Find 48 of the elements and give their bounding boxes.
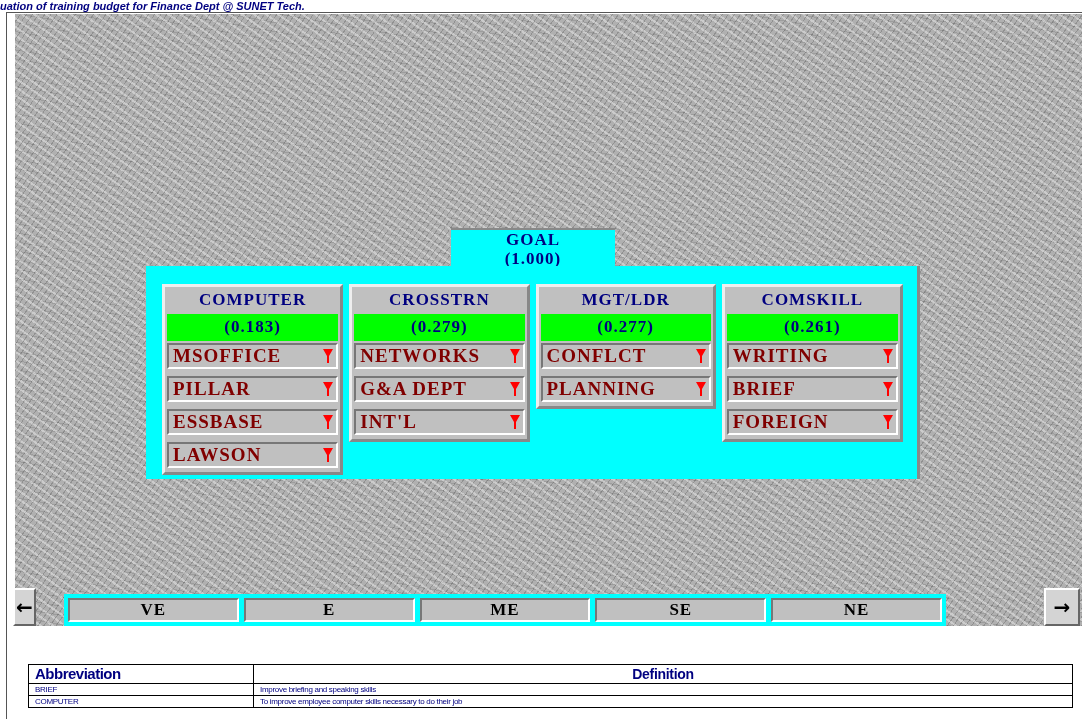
column-header: Definition [253,664,1073,684]
rating-button[interactable]: E [243,598,415,622]
subcriterion-dropdown[interactable]: WRITING [726,343,898,369]
table-cell: To improve employee computer skills necessary to do their job [253,695,1073,708]
caret-icon [883,349,893,363]
caret-icon [883,382,893,396]
rating-button[interactable]: VE [68,598,239,622]
caret-icon [323,448,334,462]
subcriterion-dropdown[interactable]: ESSBASE [167,409,339,435]
criterion-name: COMSKILL [760,289,865,311]
goal-label: GOAL [504,230,562,250]
subcriterion-dropdown[interactable]: LAWSON [167,442,339,468]
next-button[interactable]: → [1044,588,1080,626]
subcriterion-dropdown[interactable]: CONFLCT [540,343,711,369]
subcriterion-dropdown[interactable]: PLANNING [540,376,711,402]
subcriterion-dropdown[interactable]: G&A DEPT [354,376,525,402]
caret-icon [883,415,893,429]
caret-icon [509,415,520,429]
criterion-weight: (0.279) [354,314,525,341]
criterion-name: MGT/LDR [580,289,671,311]
criterion-weight: (0.277) [540,314,711,341]
subcriterion-dropdown[interactable]: PILLAR [167,376,339,402]
rating-button[interactable]: NE [771,598,942,622]
rating-button[interactable]: ME [419,598,591,622]
criterion-name: COMPUTER [198,289,308,311]
caret-icon [509,382,520,396]
rating-button[interactable]: SE [595,598,767,622]
caret-icon [323,415,334,429]
caret-icon [509,349,520,363]
caret-icon [695,349,706,363]
subcriterion-dropdown[interactable]: FOREIGN [726,409,898,435]
table-cell: BRIEF [28,683,254,696]
table-cell: Improve briefing and speaking skills [253,683,1073,696]
subcriterion-dropdown[interactable]: NETWORKS [354,343,525,369]
criterion-name: CROSSTRN [388,289,491,311]
criterion-weight: (0.261) [726,314,898,341]
criterion-weight: (0.183) [167,314,339,341]
goal-value: (1.000) [503,250,563,268]
page-title: uation of training budget for Finance Dept @ SUNET Tech. [0,0,305,12]
table-cell: COMPUTER [28,695,254,708]
subcriterion-dropdown[interactable]: INT'L [354,409,525,435]
subcriterion-dropdown[interactable]: BRIEF [726,376,898,402]
caret-icon [323,382,334,396]
caret-icon [695,382,706,396]
subcriterion-dropdown[interactable]: MSOFFICE [167,343,339,369]
previous-button[interactable]: ← [13,588,36,626]
column-header: Abbreviation [28,664,254,684]
caret-icon [323,349,334,363]
